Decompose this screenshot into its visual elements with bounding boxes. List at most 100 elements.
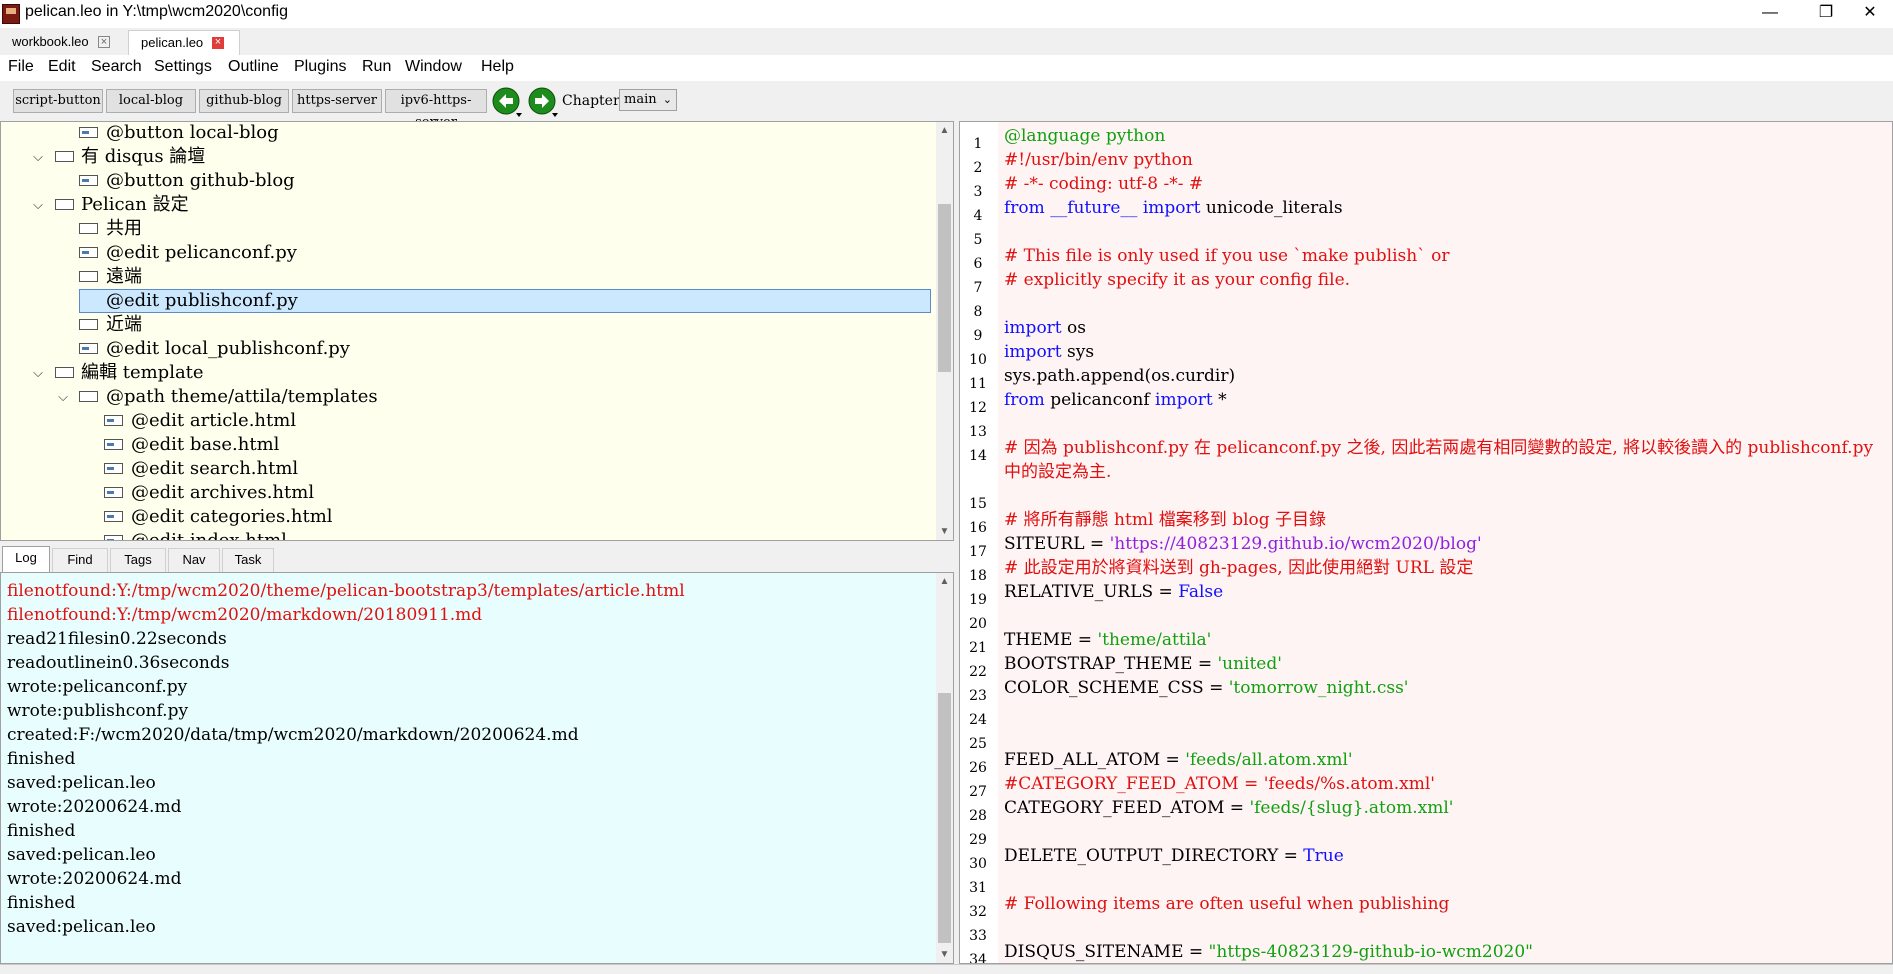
scroll-up-icon[interactable]: ▲ bbox=[936, 573, 953, 590]
code-line: # Following items are often useful when … bbox=[1004, 894, 1450, 914]
chapters-select[interactable]: main ⌄ bbox=[619, 89, 677, 111]
line-number: 7 bbox=[973, 280, 983, 296]
code-token: DELETE_OUTPUT_DIRECTORY = bbox=[1004, 846, 1298, 866]
line-number: 10 bbox=[969, 352, 987, 368]
node-icon bbox=[79, 391, 98, 402]
app-icon bbox=[2, 4, 20, 24]
code-line-wrapped: 中的設定為主. bbox=[1004, 462, 1112, 482]
code-token: 'tomorrow_night.css' bbox=[1228, 678, 1409, 698]
nav-back-button[interactable] bbox=[492, 87, 522, 117]
code-line: RELATIVE_URLS = False bbox=[1004, 582, 1223, 602]
line-number: 30 bbox=[969, 856, 987, 872]
nav-forward-button[interactable] bbox=[528, 87, 558, 117]
code-line: DELETE_OUTPUT_DIRECTORY = True bbox=[1004, 846, 1344, 866]
code-token: 'feeds/all.atom.xml' bbox=[1185, 750, 1353, 770]
code-line: # 將所有靜態 html 檔案移到 blog 子目錄 bbox=[1004, 510, 1327, 530]
scrollbar-thumb[interactable] bbox=[938, 204, 951, 372]
log-line: wrote:pelicanconf.py bbox=[7, 677, 188, 697]
tab-workbook[interactable]: workbook.leo × bbox=[0, 30, 124, 55]
menu-plugins[interactable]: Plugins bbox=[294, 58, 346, 76]
node-icon bbox=[79, 223, 98, 234]
menu-window[interactable]: Window bbox=[405, 58, 462, 76]
line-number: 33 bbox=[969, 928, 987, 944]
restore-button[interactable]: ❐ bbox=[1803, 0, 1849, 28]
github-blog-button[interactable]: github-blog bbox=[199, 89, 289, 113]
ipv6-https-server-button[interactable]: ipv6-https-server bbox=[385, 89, 487, 130]
scroll-down-icon[interactable]: ▼ bbox=[936, 523, 953, 540]
code-token: __future__ bbox=[1050, 198, 1138, 218]
local-blog-button[interactable]: local-blog bbox=[106, 89, 196, 113]
log-line: wrote:publishconf.py bbox=[7, 701, 189, 721]
code-line: from __future__ import unicode_literals bbox=[1004, 198, 1343, 218]
code-token: * bbox=[1218, 390, 1227, 410]
tab-label: workbook.leo bbox=[12, 34, 89, 49]
line-number: 25 bbox=[969, 736, 987, 752]
line-number: 29 bbox=[969, 832, 987, 848]
tab-close-icon[interactable]: × bbox=[212, 37, 224, 49]
back-arrow-icon bbox=[492, 87, 522, 117]
scroll-down-icon[interactable]: ▼ bbox=[936, 946, 953, 963]
log-line: saved:pelican.leo bbox=[7, 773, 156, 793]
https-server-button[interactable]: https-server bbox=[292, 89, 382, 113]
code-token: "https-40823129-github-io-wcm2020" bbox=[1208, 942, 1533, 962]
script-button[interactable]: script-button bbox=[13, 89, 103, 113]
line-number: 8 bbox=[973, 304, 983, 320]
code-token: 'https://40823129.github.io/wcm2020/blog… bbox=[1109, 534, 1482, 554]
chevron-down-icon[interactable]: ⌵ bbox=[31, 194, 45, 216]
close-button[interactable]: ✕ bbox=[1847, 0, 1893, 28]
log-pane[interactable]: filenotfound:Y:/tmp/wcm2020/theme/pelica… bbox=[0, 572, 954, 964]
body-editor[interactable]: 1 2 3 4 5 6 7 8 9 10 11 12 13 14 15 16 1… bbox=[959, 121, 1893, 964]
menu-outline[interactable]: Outline bbox=[228, 58, 279, 76]
tab-task[interactable]: Task bbox=[222, 548, 274, 572]
log-line: finished bbox=[7, 893, 76, 913]
code-token: pelicanconf bbox=[1050, 390, 1150, 410]
code-line: # explicitly specify it as your config f… bbox=[1004, 270, 1351, 290]
log-scrollbar[interactable]: ▲ ▼ bbox=[936, 573, 953, 963]
log-line: wrote:20200624.md bbox=[7, 797, 182, 817]
chevron-down-icon[interactable]: ⌵ bbox=[31, 362, 45, 384]
file-node-icon bbox=[104, 439, 123, 450]
chevron-down-icon[interactable]: ⌵ bbox=[31, 146, 45, 168]
line-number: 13 bbox=[969, 424, 987, 440]
tab-log[interactable]: Log bbox=[2, 546, 50, 572]
code-line: BOOTSTRAP_THEME = 'united' bbox=[1004, 654, 1282, 674]
line-number: 14 bbox=[969, 448, 987, 464]
code-line: FEED_ALL_ATOM = 'feeds/all.atom.xml' bbox=[1004, 750, 1353, 770]
tab-close-icon[interactable]: × bbox=[98, 36, 110, 48]
line-number: 21 bbox=[969, 640, 987, 656]
tab-nav[interactable]: Nav bbox=[168, 548, 220, 572]
tab-pelican[interactable]: pelican.leo × bbox=[128, 30, 240, 55]
outline-scrollbar[interactable]: ▲ ▼ bbox=[936, 122, 953, 540]
menu-settings[interactable]: Settings bbox=[154, 58, 212, 76]
scroll-up-icon[interactable]: ▲ bbox=[936, 122, 953, 139]
menu-run[interactable]: Run bbox=[362, 58, 391, 76]
outline-pane[interactable]: @button local-blog ⌵ 有 disqus 論壇 @button… bbox=[0, 121, 954, 541]
code-line: sys.path.append(os.curdir) bbox=[1004, 366, 1236, 386]
menu-search[interactable]: Search bbox=[91, 58, 142, 76]
menu-file[interactable]: File bbox=[8, 58, 34, 76]
log-line-error: filenotfound:Y:/tmp/wcm2020/markdown/201… bbox=[7, 605, 483, 625]
log-line: wrote:20200624.md bbox=[7, 869, 182, 889]
minimize-button[interactable]: — bbox=[1747, 0, 1793, 28]
code-line: SITEURL = 'https://40823129.github.io/wc… bbox=[1004, 534, 1482, 554]
line-number: 6 bbox=[973, 256, 983, 272]
log-line: saved:pelican.leo bbox=[7, 845, 156, 865]
forward-arrow-icon bbox=[528, 87, 558, 117]
code-token: DISQUS_SITENAME = bbox=[1004, 942, 1204, 962]
tab-find[interactable]: Find bbox=[52, 548, 108, 572]
line-number: 19 bbox=[969, 592, 987, 608]
line-number: 23 bbox=[969, 688, 987, 704]
code-line: #!/usr/bin/env python bbox=[1004, 150, 1193, 170]
menu-edit[interactable]: Edit bbox=[48, 58, 76, 76]
line-number: 26 bbox=[969, 760, 987, 776]
code-line: COLOR_SCHEME_CSS = 'tomorrow_night.css' bbox=[1004, 678, 1408, 698]
chevron-down-icon[interactable]: ⌵ bbox=[56, 386, 70, 408]
log-line-error: filenotfound:Y:/tmp/wcm2020/theme/pelica… bbox=[7, 581, 685, 601]
code-line: @language python bbox=[1004, 126, 1166, 146]
code-token: 'theme/attila' bbox=[1097, 630, 1212, 650]
log-line: finished bbox=[7, 821, 76, 841]
scrollbar-thumb[interactable] bbox=[938, 693, 951, 943]
tab-tags[interactable]: Tags bbox=[110, 548, 166, 572]
line-number: 12 bbox=[969, 400, 987, 416]
menu-help[interactable]: Help bbox=[481, 58, 514, 76]
